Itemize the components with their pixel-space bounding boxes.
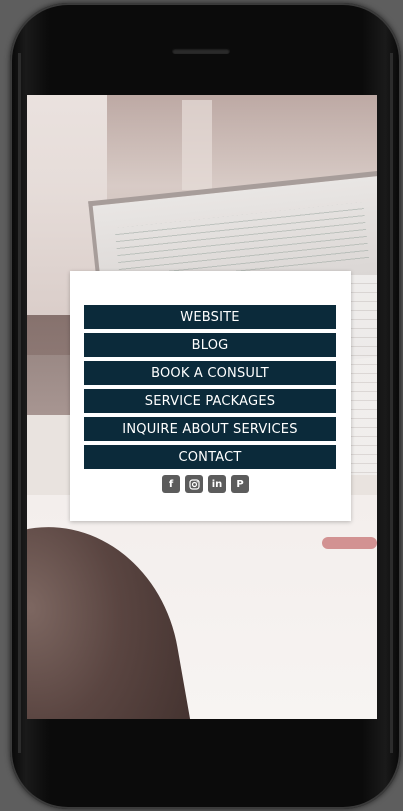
inquire-services-button[interactable]: INQUIRE ABOUT SERVICES [84, 417, 336, 441]
contact-button[interactable]: CONTACT [84, 445, 336, 469]
social-links: f in P [162, 475, 249, 493]
background-blind [182, 100, 212, 190]
pinterest-icon[interactable]: P [231, 475, 249, 493]
background-pen [322, 537, 377, 549]
phone-edge-left [18, 53, 21, 753]
phone-edge-right [390, 53, 393, 753]
blog-button[interactable]: BLOG [84, 333, 336, 357]
menu-list: WEBSITE BLOG BOOK A CONSULT SERVICE PACK… [84, 305, 336, 469]
background-shelf [27, 315, 72, 415]
service-packages-button[interactable]: SERVICE PACKAGES [84, 389, 336, 413]
linkedin-icon[interactable]: in [208, 475, 226, 493]
facebook-icon[interactable]: f [162, 475, 180, 493]
phone-speaker [172, 48, 230, 54]
menu-card: WEBSITE BLOG BOOK A CONSULT SERVICE PACK… [70, 271, 351, 521]
instagram-icon[interactable] [185, 475, 203, 493]
phone-screen: WEBSITE BLOG BOOK A CONSULT SERVICE PACK… [27, 95, 377, 719]
book-consult-button[interactable]: BOOK A CONSULT [84, 361, 336, 385]
website-button[interactable]: WEBSITE [84, 305, 336, 329]
instagram-glyph [188, 478, 200, 490]
